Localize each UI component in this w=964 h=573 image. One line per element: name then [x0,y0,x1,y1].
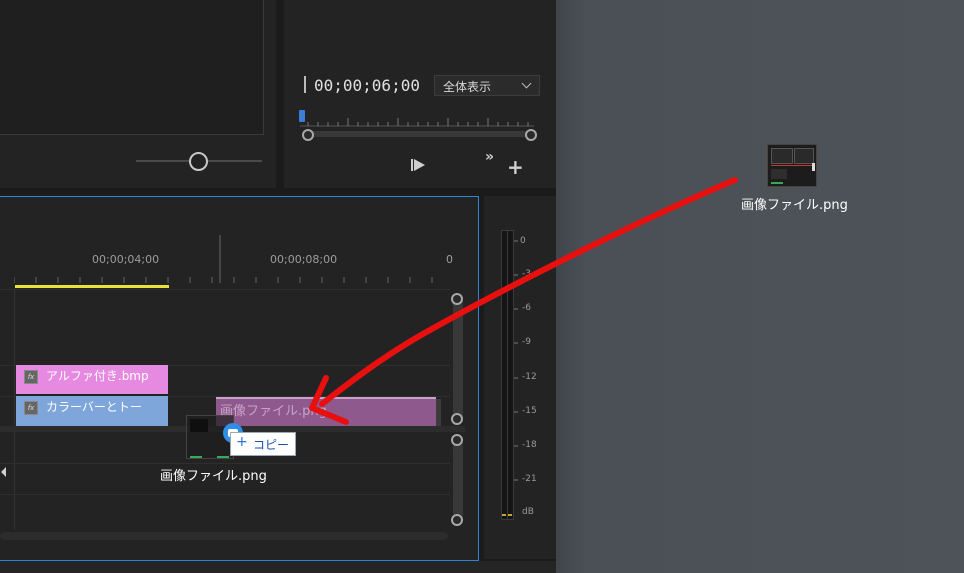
program-scrollbar[interactable] [308,131,528,137]
zoom-level-select[interactable]: 全体表示 [434,75,540,96]
program-monitor-panel: 00;00;06;00 全体表示 » + [284,0,556,188]
track-row-a2 [0,494,450,495]
ruler-ticks [14,235,433,283]
drag-ghost: + コピー 画像ファイル.png [150,412,310,492]
clip-label: アルファ付き.bmp [46,369,149,383]
fx-badge[interactable]: fx [24,370,38,384]
timeline-ruler[interactable]: 00;00;04;00 00;00;08;00 0 [0,197,478,289]
collapse-left-icon[interactable] [0,466,8,478]
desktop-file-label: 画像ファイル.png [741,198,848,213]
meter-scale-21: -21 [522,474,537,484]
meter-scale-12: -12 [522,372,537,382]
meter-ticks [514,240,518,481]
desktop-background [556,0,964,573]
source-zoom-knob[interactable] [189,152,208,171]
timeline-panel: 00;00;04;00 00;00;08;00 0 fx アルファ付き.bmp … [0,196,479,561]
zoom-level-value: 全体表示 [443,80,492,94]
add-button-icon[interactable]: + [507,155,524,179]
video-scroll-bottom-knob[interactable] [451,413,463,425]
audio-meter-panel: 0 -3 -6 -9 -12 -15 -18 -21 dB [484,196,556,559]
track-divider [14,432,15,530]
drag-filename-label: 画像ファイル.png [160,469,267,484]
meter-bar-right [507,230,514,520]
audio-vertical-scrollbar[interactable] [453,437,463,521]
program-timecode[interactable]: 00;00;06;00 [314,76,420,95]
meter-peak-right [508,514,512,516]
audio-scroll-bottom-knob[interactable] [451,514,463,526]
meter-scale-0: 0 [520,236,526,246]
meter-scale-15: -15 [522,406,537,416]
scrollbar-left-handle[interactable] [302,129,314,141]
image-file-thumbnail-icon [767,144,817,187]
app-bottom-strip [0,561,556,573]
clip-label: カラーバーとトー [46,400,142,414]
copy-tooltip: + コピー [230,432,296,456]
copy-tooltip-text: コピー [253,438,290,452]
playhead-icon [304,76,308,93]
chevron-down-icon [521,78,532,89]
meter-scale-3: -3 [522,269,531,279]
meter-scale-6: -6 [522,303,531,313]
audio-scroll-top-knob[interactable] [451,434,463,446]
desktop-file-item[interactable]: 画像ファイル.png [730,140,855,220]
video-vertical-scrollbar[interactable] [453,297,463,423]
fx-badge[interactable]: fx [24,401,38,415]
scrollbar-right-handle[interactable] [525,129,537,141]
meter-peak-left [502,514,506,516]
play-icon[interactable] [410,157,426,173]
source-monitor-frame [0,0,264,135]
clip-colorbars[interactable]: fx カラーバーとトー [16,396,168,426]
meter-scale-9: -9 [522,337,531,347]
track-divider [14,290,15,430]
meter-scale-db: dB [522,507,534,517]
copy-plus-icon: + [236,434,248,450]
clip-end-handle[interactable] [436,399,441,427]
source-monitor-panel [0,0,276,188]
timeline-horizontal-scrollbar[interactable] [0,532,448,540]
video-scroll-top-knob[interactable] [451,293,463,305]
more-controls-icon[interactable]: » [485,149,494,165]
program-playhead-marker[interactable] [299,110,305,122]
work-area-bar[interactable] [15,285,169,288]
meter-scale-18: -18 [522,440,537,450]
clip-alpha-bmp[interactable]: fx アルファ付き.bmp [16,365,168,394]
program-mini-ruler[interactable] [298,108,538,128]
